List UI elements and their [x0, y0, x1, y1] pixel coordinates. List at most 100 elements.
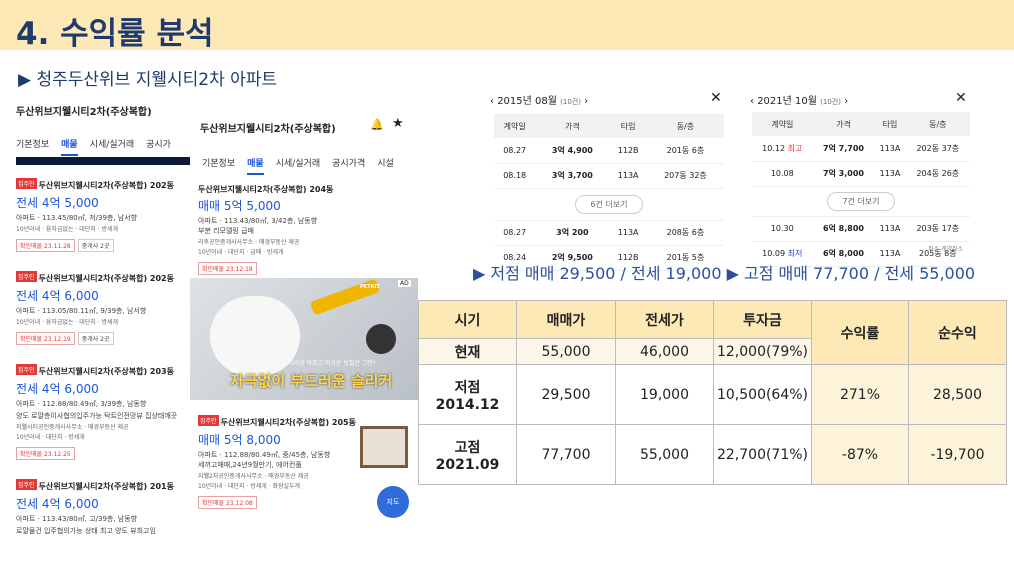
ad-banner[interactable]: AD PETKIT 더이상 아프고 따가운 빗질은 그만! 자극없이 부드러운 … [190, 278, 418, 400]
close-icon[interactable]: ✕ [710, 90, 722, 106]
high-summary: ▶ 고점 매매 77,700 / 전세 55,000 [726, 264, 976, 283]
panel-month: 2015년 08월 [497, 96, 557, 107]
table-row[interactable]: 08.27 3억 4,900 112B 201동 6층 [494, 138, 724, 164]
transaction-panel-2015: ‹ 2015년 08월 (10건) › ✕ 계약일 가격 타입 동/층 08.27 3억… [490, 90, 730, 271]
listing-card[interactable]: 두산위브지웰시티2차(주상복합) 204동 매매 5억 5,000 아파트 · … [198, 184, 418, 275]
tab-public-price[interactable]: 공시가 [146, 140, 171, 150]
listing-card[interactable]: 집주인 두산위브지웰시티2차(주상복합) 202동 전세 4억 5,000 아파트… [16, 173, 191, 252]
tab-listings[interactable]: 매물 [247, 159, 264, 175]
listing-office: 지웰2차공인중개사사무소 · 매경부동산 제공 [198, 473, 309, 480]
tab-bar: 기본정보 매물 시세/실거래 공시가격 시설 [202, 151, 418, 175]
broker-dropdown[interactable]: 중개사 2곳 [77, 332, 114, 345]
footnote: 취소 계약취소 [928, 246, 964, 253]
ad-headline: 자극없이 부드러운 슬리커 [230, 372, 393, 390]
table-row[interactable]: 08.18 3억 3,700 113A 207동 32층 [494, 163, 724, 189]
product-image [366, 324, 396, 354]
star-icon[interactable]: ★ [392, 116, 404, 131]
col-return-rate: 수익률 [811, 300, 909, 365]
tab-price[interactable]: 시세/실거래 [90, 140, 134, 150]
listing-office: 지웰시티공인중개사사무소 · 매경부동산 제공 [16, 424, 129, 431]
prev-month-icon[interactable]: ‹ [750, 96, 754, 107]
low-summary: ▶ 저점 매매 29,500 / 전세 19,000 [473, 264, 722, 283]
listing-price: 전세 4억 6,000 [16, 382, 99, 396]
listing-price: 매매 5억 5,000 [198, 199, 281, 213]
show-more-button[interactable]: 7건 더보기 [827, 191, 895, 211]
listing-card[interactable]: 집주인 두산위브지웰시티2차(주상복합) 201동 전세 4억 6,000 아파트… [16, 474, 191, 536]
tab-listings[interactable]: 매물 [61, 140, 78, 156]
listing-info: 아파트 · 113.43/80㎡, 3/42층, 남동향 [198, 217, 318, 225]
table-row: 고점 2021.09 77,700 55,000 22,700(71%) -87%… [418, 424, 1007, 485]
listing-chips: 10년이내 · 대단지 · 방세개 · 화장실두개 [198, 483, 301, 490]
listing-name: 두산위브지웰시티2차(주상복합) 202동 [38, 181, 174, 190]
listing-info: 아파트 · 113.43/80㎡, 고/39층, 남동향 [16, 515, 138, 523]
owner-tag: 집주인 [16, 271, 37, 282]
listing-price: 전세 4억 5,000 [16, 196, 99, 210]
listing-name: 두산위브지웰시티2차(주상복합) 203동 [38, 367, 174, 376]
listing-name: 두산위브지웰시티2차(주상복합) 202동 [38, 274, 174, 283]
broker-dropdown[interactable]: 중개사 2곳 [77, 239, 114, 252]
next-month-icon[interactable]: › [584, 96, 588, 107]
left-phone-screen: 두산위브지웰시티2차(주상복합) 🔔 기본정보매물시세/실거래공시가 집주인두산… [16, 98, 191, 538]
tab-public-price[interactable]: 공시가격 [332, 159, 365, 169]
listing-info: 아파트 · 112.88/80.49㎡, 3/39층, 남동향 [16, 400, 147, 408]
listing-chips: 10년이내 · 대단지 · 방세개 [16, 434, 85, 441]
app-title: 두산위브지웰시티2차(주상복합) [200, 124, 336, 135]
col-net-profit: 순수익 [908, 300, 1007, 365]
ad-copy: 더이상 아프고 따가운 빗질은 그만! [288, 360, 376, 367]
panel-month: 2021년 10월 [757, 96, 817, 107]
col-jeonse-price: 전세가 [615, 300, 714, 339]
col-sale-price: 매매가 [516, 300, 616, 339]
prev-month-icon[interactable]: ‹ [490, 96, 494, 107]
owner-tag: 집주인 [16, 178, 37, 189]
page-subtitle: ▶ 청주두산위브 지웰시티2차 아파트 [18, 70, 278, 90]
panel-count: (10건) [560, 98, 581, 106]
listing-card[interactable]: 집주인 두산위브지웰시티2차(주상복합) 203동 전세 4억 6,000 아파트… [16, 359, 191, 460]
table-row[interactable]: 10.12 최고 7억 7,700 113A 202동 37층 [752, 136, 970, 162]
owner-tag: 집주인 [16, 479, 37, 490]
listing-office: 리후공인중개사사무소 · 매경부동산 제공 [198, 239, 300, 246]
map-strip [16, 157, 191, 165]
bell-icon[interactable]: 🔔 [370, 118, 384, 131]
listing-desc: 양도 로얄층이사협의입주가능 탁트인전망뷰 집상태깨끗 [16, 412, 178, 420]
dog-image [210, 296, 300, 376]
tab-facility[interactable]: 시설 [377, 159, 394, 169]
table-row[interactable]: 10.08 7억 3,000 113A 204동 26층 [752, 161, 970, 187]
owner-tag: 집주인 [16, 364, 37, 375]
confirm-badge: 확인매물 23.11.28 [16, 239, 75, 252]
confirm-badge: 확인매물 23.12.25 [16, 447, 75, 460]
listing-info: 아파트 · 113.05/80.11㎡, 9/39층, 남서향 [16, 307, 147, 315]
confirm-badge: 확인매물 23.12.18 [198, 262, 257, 275]
show-more-button[interactable]: 6건 더보기 [575, 194, 643, 214]
listing-desc: 부분 리모델링 급매 [198, 227, 254, 235]
transaction-panel-2021: ‹ 2021년 10월 (10건) › ✕ 계약일 가격 타입 동/층 10.12 최… [750, 90, 975, 267]
next-month-icon[interactable]: › [844, 96, 848, 107]
listing-name: 두산위브지웰시티2차(주상복합) 205동 [220, 418, 356, 427]
table-row[interactable]: 10.30 6억 8,800 113A 203동 17층 [752, 216, 970, 242]
transaction-table: 계약일 가격 타입 동/층 08.27 3억 4,900 112B 201동 6층 08.1… [494, 114, 724, 271]
listing-chips: 10년이내 · 대단지 · 급매 · 방세개 [198, 249, 284, 256]
listing-name: 두산위브지웰시티2차(주상복합) 201동 [38, 482, 174, 491]
listing-info: 아파트 · 113.45/80㎡, 저/39층, 남서향 [16, 214, 138, 222]
tab-price[interactable]: 시세/실거래 [276, 159, 320, 169]
listing-desc: 로얄물건 입주협의가능 상태 최고 양도 뷰최고임 [16, 527, 156, 535]
tab-info[interactable]: 기본정보 [202, 159, 235, 169]
mid-phone-screen: 두산위브지웰시티2차(주상복합) 🔔 ★ 기본정보 매물 시세/실거래 공시가격 시설 … [190, 98, 418, 518]
listing-name: 두산위브지웰시티2차(주상복합) 204동 [198, 185, 334, 194]
close-icon[interactable]: ✕ [955, 90, 967, 106]
map-button[interactable]: 지도 [377, 486, 409, 518]
listing-chips: 10년이내 · 융자금없는 · 대단지 · 방세개 [16, 226, 119, 233]
return-analysis-table: 시기 매매가 전세가 투자금 수익률 순수익 현재 55,000 46,000 … [418, 300, 1007, 485]
listing-price: 전세 4억 6,000 [16, 497, 99, 511]
confirm-badge: 확인매물 23.12.19 [16, 332, 75, 345]
col-investment: 투자금 [713, 300, 812, 339]
tab-info[interactable]: 기본정보 [16, 140, 49, 150]
table-row: 저점 2014.12 29,500 19,000 10,500(64%) 271%… [418, 364, 1007, 425]
panel-count: (10건) [820, 98, 841, 106]
app-title: 두산위브지웰시티2차(주상복합) [16, 107, 152, 118]
listing-photo[interactable] [360, 426, 408, 468]
confirm-badge: 확인매물 23.12.08 [198, 496, 257, 509]
col-period: 시기 [418, 300, 517, 339]
ad-badge: AD [398, 280, 411, 287]
table-row[interactable]: 08.27 3억 200 113A 208동 6층 [494, 220, 724, 246]
listing-card[interactable]: 집주인 두산위브지웰시티2차(주상복합) 202동 전세 4억 6,000 아파트… [16, 266, 191, 345]
